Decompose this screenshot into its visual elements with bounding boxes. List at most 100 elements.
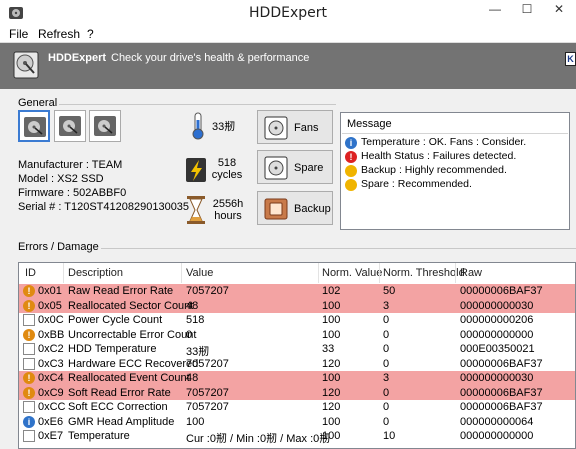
cell-value: 7057207 xyxy=(186,401,229,413)
drive-select-3[interactable] xyxy=(89,110,121,142)
bulb-icon xyxy=(345,179,357,191)
col-norm-threshold[interactable]: Norm. Threshold xyxy=(383,267,465,279)
fans-button[interactable]: Fans xyxy=(257,110,333,144)
spare-label: Spare xyxy=(294,162,324,174)
cell-norm: 120 xyxy=(322,386,341,399)
message-text: Temperature : OK. Fans : Consider. xyxy=(361,136,527,148)
cell-norm: 100 xyxy=(322,314,341,326)
cell-desc: Temperature xyxy=(68,430,130,442)
cell-thr: 0 xyxy=(383,357,390,370)
cell-raw: 00000006BAF37 xyxy=(460,357,543,370)
table-row[interactable]: i 0xE6 GMR Head Amplitude 100 100 0 0000000000… xyxy=(19,415,575,430)
cell-norm: 100 xyxy=(322,299,341,312)
cell-raw: 000E00350021 xyxy=(460,343,535,355)
cell-value: 48 xyxy=(186,299,199,312)
cell-raw: 000000000064 xyxy=(460,415,534,428)
cell-norm: 100 xyxy=(322,328,341,341)
menu-bar: File Refresh ? xyxy=(0,26,576,42)
cell-norm: 120 xyxy=(322,401,341,413)
message-text: Backup : Highly recommended. xyxy=(361,164,507,176)
spare-button[interactable]: Spare xyxy=(257,150,333,184)
cell-thr: 0 xyxy=(383,328,390,341)
cell-desc: HDD Temperature xyxy=(68,343,157,355)
backup-button[interactable]: Backup xyxy=(257,191,333,225)
cell-norm: 100 xyxy=(322,372,341,384)
thermometer-icon xyxy=(23,343,35,355)
hourglass-icon xyxy=(23,314,35,326)
cell-thr: 3 xyxy=(383,299,390,312)
cell-raw: 00000006BAF37 xyxy=(460,386,543,399)
thermometer-icon xyxy=(23,430,35,442)
col-raw[interactable]: Raw xyxy=(460,267,482,279)
col-id[interactable]: ID xyxy=(25,267,36,279)
message-text: Spare : Recommended. xyxy=(361,178,472,190)
thermometer-icon xyxy=(192,112,204,140)
warning-icon: ! xyxy=(23,285,35,297)
cell-desc: Uncorrectable Error Count xyxy=(68,328,197,341)
cell-id: 0x05 xyxy=(38,299,62,312)
warning-icon: ! xyxy=(23,299,35,312)
cell-raw: 00000006BAF37 xyxy=(460,401,543,413)
cell-thr: 3 xyxy=(383,372,390,384)
menu-help[interactable]: ? xyxy=(87,27,94,41)
table-row[interactable]: 0x0C Power Cycle Count 518 100 0 000000000206 xyxy=(19,313,575,328)
cell-value: 0 xyxy=(186,328,193,341)
smart-attributes-table[interactable]: ID Description Value Norm. Value Norm. T… xyxy=(18,262,576,449)
message-divider xyxy=(342,133,568,134)
table-row[interactable]: ! 0x01 Raw Read Error Rate 7057207 102 50 0000… xyxy=(19,284,575,299)
table-row[interactable]: 0xC3 Hardware ECC Recovered 7057207 120 0 000… xyxy=(19,357,575,372)
menu-refresh[interactable]: Refresh xyxy=(38,27,80,41)
table-row[interactable]: ! 0xC4 Reallocated Event Count 48 100 3 000000… xyxy=(19,371,575,386)
cell-id: 0xC9 xyxy=(38,386,64,399)
cell-desc: Power Cycle Count xyxy=(68,314,163,326)
table-row[interactable]: ! 0x05 Reallocated Sector Count 48 100 3 00000… xyxy=(19,298,575,313)
message-text: Health Status : Failures detected. xyxy=(361,150,517,162)
cell-raw: 000000000206 xyxy=(460,314,534,326)
hdd-icon xyxy=(94,116,116,136)
col-norm-value[interactable]: Norm. Value xyxy=(322,267,382,279)
table-row[interactable]: ! 0xBB Uncorrectable Error Count 0 100 0 00000… xyxy=(19,328,575,343)
cell-desc: Reallocated Event Count xyxy=(68,372,190,384)
cell-value: 7057207 xyxy=(186,285,229,297)
menu-file[interactable]: File xyxy=(9,27,28,41)
cell-id: 0xBB xyxy=(38,328,65,341)
drive-select-1[interactable] xyxy=(18,110,50,142)
cycles-value: 518 xyxy=(217,157,237,169)
cell-thr: 0 xyxy=(383,343,390,355)
hdd-icon xyxy=(24,117,46,137)
fans-label: Fans xyxy=(294,122,319,134)
minimize-button[interactable]: — xyxy=(480,0,510,20)
hdd-icon xyxy=(59,116,81,136)
fan-hdd-icon xyxy=(264,116,288,140)
table-row[interactable]: ! 0xC9 Soft Read Error Rate 7057207 120 0 0000… xyxy=(19,385,575,400)
table-row[interactable]: 0xCC Soft ECC Correction 7057207 120 0 000000… xyxy=(19,400,575,415)
warning-icon: ! xyxy=(23,328,35,341)
warning-icon: ! xyxy=(23,386,35,399)
hdd-logo-icon xyxy=(13,51,39,79)
close-button[interactable]: ✕ xyxy=(544,0,574,20)
drive-select-2[interactable] xyxy=(54,110,86,142)
cell-norm: 33 xyxy=(322,343,335,355)
hours-value: 2556h xyxy=(212,198,244,210)
maximize-button[interactable]: ☐ xyxy=(512,0,542,20)
message-title: Message xyxy=(347,118,392,130)
cell-id: 0xC2 xyxy=(38,343,64,355)
col-value[interactable]: Value xyxy=(186,267,213,279)
serial-text: Serial # : T120ST41208290130035 xyxy=(18,201,190,213)
table-row[interactable]: 0xE7 Temperature Cur :0剏 / Min :0剏 / Max :… xyxy=(19,429,575,445)
cell-thr: 0 xyxy=(383,415,390,428)
cell-norm: 100 xyxy=(322,415,341,428)
cell-desc: Soft Read Error Rate xyxy=(68,386,171,399)
cycles-unit: cycles xyxy=(211,169,243,181)
col-description[interactable]: Description xyxy=(68,267,123,279)
cell-id: 0x0C xyxy=(38,314,64,326)
title-bar: HDDExpert — ☐ ✕ xyxy=(0,0,576,26)
backup-label: Backup xyxy=(294,203,331,215)
cell-thr: 50 xyxy=(383,285,396,297)
tagline: Check your drive's health & performance xyxy=(111,52,310,64)
cell-raw: 000000000030 xyxy=(460,299,534,312)
backup-icon xyxy=(264,198,288,220)
cell-value: Cur :0剏 / Min :0剏 / Max :0剏 xyxy=(186,433,331,445)
cell-id: 0xE6 xyxy=(38,415,64,428)
table-row[interactable]: 0xC2 HDD Temperature 33剏 33 0 000E00350021 xyxy=(19,342,575,358)
